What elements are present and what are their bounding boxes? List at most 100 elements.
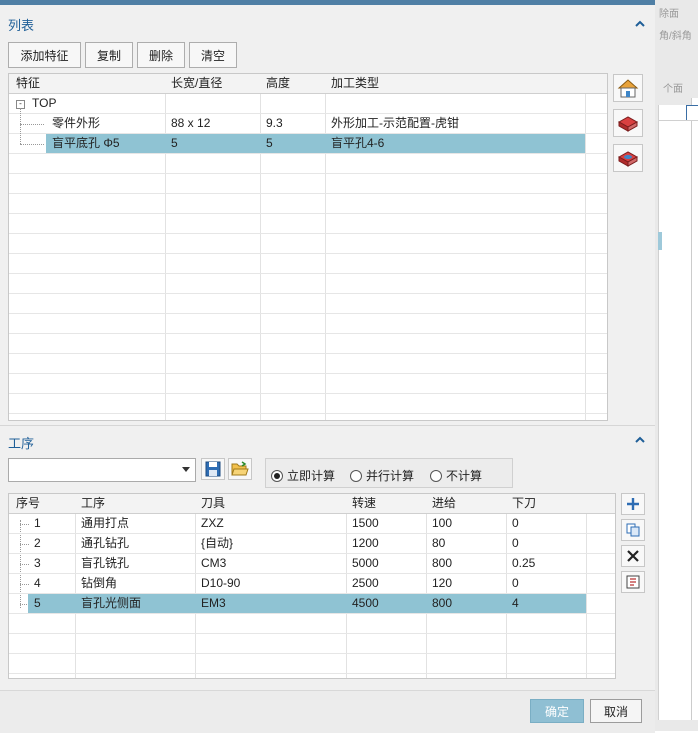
radio-unselected-icon (350, 469, 362, 482)
table-cell: 外形加工-示范配置-虎钳 (331, 116, 459, 130)
table-cell: 4500 (352, 596, 379, 610)
table-cell: 800 (432, 596, 453, 610)
column-header[interactable]: 长宽/直径 (166, 74, 260, 93)
pocket-feature-icon[interactable] (613, 144, 643, 172)
background-text: 除面 (659, 9, 679, 20)
process-table: 序号 工序 刀具 转速 进给 下刀 1 通用打点 ZXZ 1500 100 0 … (8, 493, 616, 679)
radio-label: 并行计算 (366, 469, 415, 483)
radio-selected-icon (271, 469, 283, 482)
table-cell: 通孔钻孔 (81, 536, 130, 550)
table-row[interactable]: - TOP (9, 94, 607, 114)
process-table-header: 序号 工序 刀具 转速 进给 下刀 (9, 494, 615, 514)
export-icon[interactable] (621, 571, 645, 593)
column-header[interactable]: 转速 (347, 494, 426, 513)
table-cell: 5 (171, 136, 178, 150)
collapse-list-icon[interactable] (633, 17, 647, 31)
copy-button[interactable]: 复制 (85, 42, 133, 68)
table-cell: 4 (512, 596, 519, 610)
radio-none[interactable]: 不计算 (430, 467, 482, 484)
feature-dialog: 列表 添加特征 复制 删除 清空 特征 长宽/直径 高度 加工类型 - TOP … (0, 5, 655, 733)
table-cell: 盲孔光侧面 (81, 596, 142, 610)
table-cell: 5 (266, 136, 273, 150)
table-cell: 盲平底孔 Φ5 (52, 136, 120, 150)
process-template-dropdown[interactable] (8, 458, 196, 482)
feature-table: 特征 长宽/直径 高度 加工类型 - TOP 零件外形 88 x 12 9.3 … (8, 73, 608, 421)
background-panel (658, 105, 691, 720)
table-cell: 4 (34, 576, 41, 590)
background-cube-icon (686, 105, 698, 121)
column-header[interactable]: 工序 (76, 494, 195, 513)
column-header[interactable]: 加工类型 (326, 74, 585, 93)
table-cell: ZXZ (201, 516, 224, 530)
radio-label: 不计算 (446, 469, 483, 483)
background-window: 除面 角/斜角 个面 (655, 0, 698, 731)
table-cell: TOP (32, 96, 57, 110)
table-cell: 0 (512, 536, 519, 550)
save-icon[interactable] (201, 458, 225, 480)
table-cell: 800 (432, 556, 453, 570)
house-feature-icon[interactable] (613, 74, 643, 102)
table-cell: 2 (34, 536, 41, 550)
column-header[interactable]: 特征 (11, 74, 165, 93)
table-cell: 80 (432, 536, 446, 550)
table-cell: 1500 (352, 516, 379, 530)
list-section-title: 列表 (8, 18, 35, 33)
add-feature-button[interactable]: 添加特征 (8, 42, 81, 68)
background-panel (691, 98, 698, 720)
table-cell: 3 (34, 556, 41, 570)
chevron-down-icon (182, 467, 190, 472)
open-folder-icon[interactable] (228, 458, 252, 480)
table-cell: CM3 (201, 556, 227, 570)
column-header[interactable]: 下刀 (507, 494, 586, 513)
radio-immediate[interactable]: 立即计算 (271, 467, 335, 484)
table-cell: 5000 (352, 556, 379, 570)
table-cell: 0.25 (512, 556, 536, 570)
table-cell: 120 (432, 576, 453, 590)
add-icon[interactable] (621, 493, 645, 515)
table-row[interactable]: 4 钻倒角 D10-90 2500 120 0 (9, 574, 615, 594)
table-cell: 5 (34, 596, 41, 610)
cancel-button[interactable]: 取消 (590, 699, 642, 723)
process-section-title: 工序 (8, 436, 35, 451)
column-header[interactable]: 序号 (11, 494, 75, 513)
radio-unselected-icon (430, 469, 442, 482)
table-row[interactable]: 零件外形 88 x 12 9.3 外形加工-示范配置-虎钳 (9, 108, 607, 134)
table-cell: {自动} (201, 536, 234, 550)
table-row-selected[interactable]: 盲平底孔 Φ5 5 5 盲平孔4-6 (9, 124, 607, 154)
table-cell: 盲平孔4-6 (331, 136, 385, 150)
table-cell: 零件外形 (52, 116, 101, 130)
table-cell: EM3 (201, 596, 226, 610)
clear-button[interactable]: 清空 (189, 42, 237, 68)
calc-mode-radio-group: 立即计算 并行计算 不计算 (265, 458, 513, 488)
block-feature-icon[interactable] (613, 109, 643, 137)
table-cell: 0 (512, 516, 519, 530)
ok-button[interactable]: 确定 (530, 699, 584, 723)
delete-icon[interactable] (621, 545, 645, 567)
table-cell: 盲孔铣孔 (81, 556, 130, 570)
column-header[interactable]: 进给 (427, 494, 506, 513)
table-cell: 88 x 12 (171, 116, 211, 130)
background-text: 角/斜角 (659, 31, 692, 42)
table-row[interactable]: 1 通用打点 ZXZ 1500 100 0 (9, 514, 615, 534)
table-cell: 1200 (352, 536, 379, 550)
table-row[interactable]: 2 通孔钻孔 {自动} 1200 80 0 (9, 534, 615, 554)
background-text: 个面 (663, 84, 683, 95)
collapse-process-icon[interactable] (633, 433, 647, 447)
table-cell: 2500 (352, 576, 379, 590)
table-cell: 9.3 (266, 116, 283, 130)
radio-label: 立即计算 (287, 469, 336, 483)
feature-table-header: 特征 长宽/直径 高度 加工类型 (9, 74, 607, 94)
table-cell: 100 (432, 516, 453, 530)
table-cell: 钻倒角 (81, 576, 118, 590)
delete-button[interactable]: 删除 (137, 42, 185, 68)
table-cell: 0 (512, 576, 519, 590)
copy-icon[interactable] (621, 519, 645, 541)
column-header[interactable]: 高度 (261, 74, 325, 93)
radio-parallel[interactable]: 并行计算 (350, 467, 414, 484)
table-cell: 通用打点 (81, 516, 130, 530)
column-header[interactable]: 刀具 (196, 494, 346, 513)
table-cell: D10-90 (201, 576, 241, 590)
table-row-selected[interactable]: 5 盲孔光侧面 EM3 4500 800 4 (9, 594, 615, 614)
table-row[interactable]: 3 盲孔铣孔 CM3 5000 800 0.25 (9, 554, 615, 574)
table-cell: 1 (34, 516, 41, 530)
